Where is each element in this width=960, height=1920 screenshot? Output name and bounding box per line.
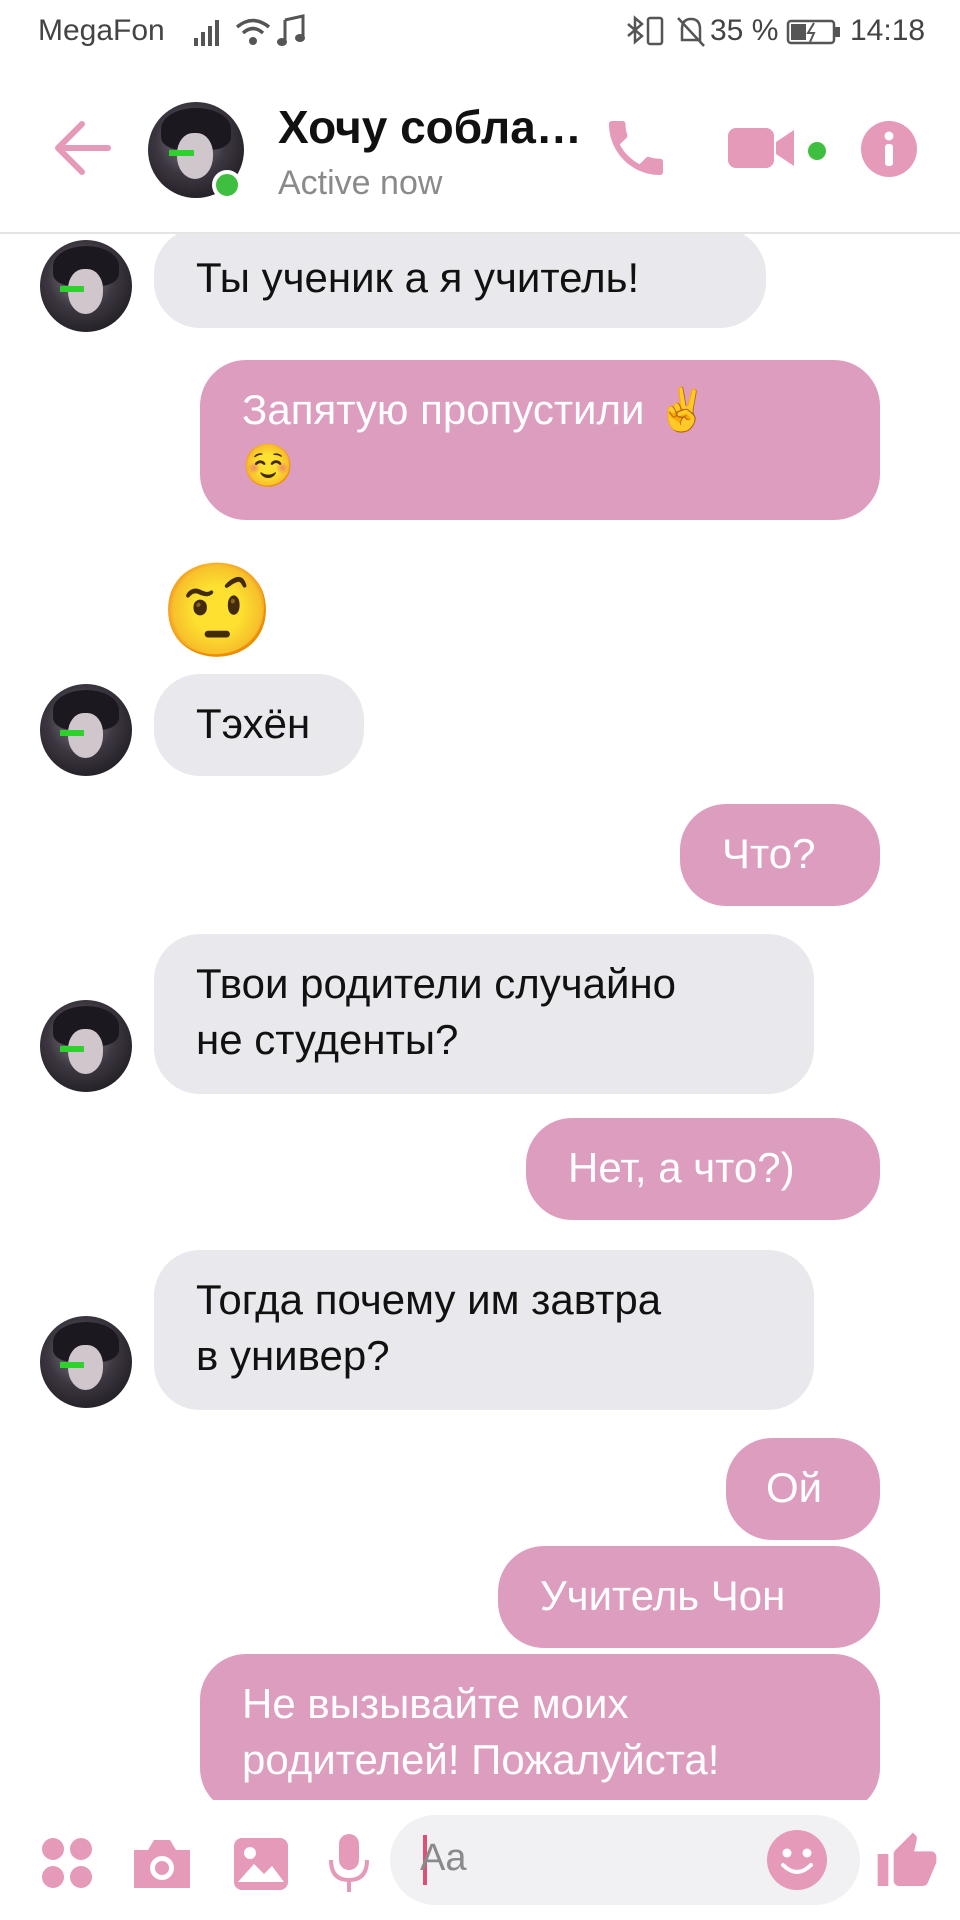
message-bubble-outgoing[interactable]: Что? <box>680 804 880 906</box>
clock: 14:18 <box>850 14 926 47</box>
muted-bell-icon <box>677 17 705 47</box>
video-call-icon[interactable] <box>726 122 798 174</box>
sender-avatar[interactable] <box>40 684 132 776</box>
sender-avatar[interactable] <box>40 1000 132 1092</box>
message-input[interactable]: Aa <box>390 1815 860 1905</box>
battery-charging-icon <box>786 19 840 45</box>
conversation-header: Хочу собла… Active now <box>0 66 960 234</box>
video-online-dot <box>808 142 826 160</box>
info-icon[interactable] <box>860 120 918 178</box>
camera-icon[interactable] <box>130 1836 194 1892</box>
message-bubble-outgoing[interactable]: Учитель Чон <box>498 1546 880 1648</box>
message-bubble-incoming[interactable]: Ты ученик а я учитель! <box>154 234 766 328</box>
sender-avatar[interactable] <box>40 240 132 332</box>
gallery-icon[interactable] <box>232 1836 290 1892</box>
more-actions-icon[interactable] <box>40 1836 94 1890</box>
battery-percent: 35 % <box>710 14 779 47</box>
back-arrow-icon[interactable] <box>52 120 112 176</box>
music-note-icon <box>277 14 305 46</box>
sender-avatar[interactable] <box>40 1316 132 1408</box>
phone-call-icon[interactable] <box>600 112 672 184</box>
bluetooth-vibrate-icon <box>627 15 664 46</box>
message-bubble-incoming[interactable]: Твои родители случайно не студенты? <box>154 934 814 1094</box>
thumbs-up-icon[interactable] <box>874 1830 940 1894</box>
message-input-placeholder: Aa <box>420 1837 467 1879</box>
status-bar: MegaFon 35 % 14:18 <box>0 0 960 66</box>
online-indicator <box>212 170 242 200</box>
wifi-icon <box>235 18 271 45</box>
message-bubble-incoming[interactable]: Тэхён <box>154 674 364 776</box>
carrier-label: MegaFon <box>38 14 165 47</box>
emoji-icon[interactable] <box>766 1829 828 1891</box>
active-status: Active now <box>278 164 443 202</box>
message-bubble-outgoing[interactable]: Ой <box>726 1438 880 1540</box>
message-bubble-outgoing[interactable]: Запятую пропустили ✌️ ☺️ <box>200 360 880 520</box>
signal-icon <box>194 20 219 46</box>
emoji-message[interactable]: 🤨 <box>160 556 275 666</box>
message-list: Ты ученик а я учитель! Запятую пропустил… <box>0 234 960 1800</box>
contact-name[interactable]: Хочу собла… <box>278 100 582 154</box>
microphone-icon[interactable] <box>326 1832 372 1896</box>
message-bubble-outgoing[interactable]: Не вызывайте моих родителей! Пожалуйста! <box>200 1654 880 1800</box>
message-bubble-incoming[interactable]: Тогда почему им завтра в универ? <box>154 1250 814 1410</box>
message-bubble-outgoing[interactable]: Нет, а что?) <box>526 1118 880 1220</box>
